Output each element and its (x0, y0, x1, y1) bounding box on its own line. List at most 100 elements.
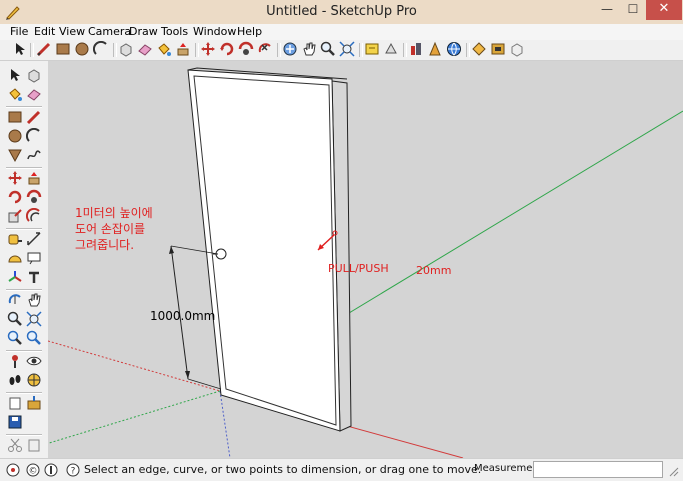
zoom-extents-icon[interactable] (339, 41, 355, 57)
move-icon[interactable] (200, 41, 216, 57)
previous-view-icon[interactable] (26, 330, 42, 346)
polygon-icon[interactable] (7, 147, 23, 163)
tape-measure-icon[interactable] (7, 231, 23, 247)
door-inner-panel[interactable] (193, 75, 337, 426)
line-icon[interactable] (36, 41, 52, 57)
get-models-icon[interactable] (364, 41, 380, 57)
move-icon[interactable] (7, 170, 23, 186)
rectangle-icon[interactable] (7, 109, 23, 125)
toolbar-separator (6, 167, 42, 169)
hand-icon[interactable] (301, 41, 317, 57)
arc-icon[interactable] (93, 41, 109, 57)
make-component-icon[interactable] (118, 41, 134, 57)
thickness-label: 20mm (416, 264, 452, 277)
axes-icon[interactable] (7, 269, 23, 285)
position-camera-icon[interactable] (7, 353, 23, 369)
extension-icon[interactable] (471, 41, 487, 57)
help-icon[interactable]: ? (66, 463, 80, 477)
pan-icon[interactable] (282, 41, 298, 57)
resize-grip-icon[interactable] (667, 465, 679, 477)
orbit-icon[interactable] (7, 292, 23, 308)
3d-text-icon[interactable] (26, 269, 42, 285)
maximize-button[interactable]: ☐ (620, 0, 646, 20)
dimension-extension-bottom (187, 378, 222, 390)
offset-icon[interactable] (26, 208, 42, 224)
toolbar-separator (466, 43, 470, 57)
menu-help[interactable]: Help (237, 25, 262, 38)
scale-icon[interactable] (7, 208, 23, 224)
section-plane-icon[interactable] (26, 372, 42, 388)
status-message: Select an edge, curve, or two points to … (84, 463, 482, 476)
scissors-icon[interactable] (7, 437, 23, 453)
eraser-icon[interactable] (137, 41, 153, 57)
share-model-icon[interactable] (26, 395, 42, 411)
toolbar-separator (359, 43, 363, 57)
get-models-icon[interactable] (7, 395, 23, 411)
orbit-icon[interactable] (257, 41, 273, 57)
paint-bucket-icon[interactable] (7, 86, 23, 102)
menu-file[interactable]: File (10, 25, 28, 38)
pan-icon[interactable] (26, 292, 42, 308)
select-icon[interactable] (7, 67, 23, 83)
component-icon[interactable] (408, 41, 424, 57)
follow-me-icon[interactable] (26, 189, 42, 205)
protractor-icon[interactable] (7, 250, 23, 266)
dimension-icon[interactable] (26, 231, 42, 247)
circle-icon[interactable] (74, 41, 90, 57)
annotation-line-3: 그려줍니다. (75, 238, 135, 252)
menu-window[interactable]: Window (193, 25, 236, 38)
minimize-button[interactable]: — (594, 0, 620, 20)
component-options-icon[interactable] (7, 414, 23, 430)
rectangle-icon[interactable] (55, 41, 71, 57)
follow-me-icon[interactable] (238, 41, 254, 57)
dimension-label[interactable]: 1000.0mm (150, 309, 215, 323)
model-viewport[interactable]: 1미터의 높이에 도어 손잡이를 그려줍니다. PULL/PUSH 20mm 1… (48, 61, 683, 458)
top-toolbar (0, 40, 683, 61)
credits-icon[interactable]: © (26, 463, 40, 477)
window-title: Untitled - SketchUp Pro (266, 4, 417, 19)
share-model-icon[interactable] (383, 41, 399, 57)
line-icon[interactable] (26, 109, 42, 125)
measurements-input[interactable] (533, 461, 663, 478)
zoom-window-icon[interactable] (26, 311, 42, 327)
freehand-icon[interactable] (26, 147, 42, 163)
style-icon[interactable] (509, 41, 525, 57)
text-icon[interactable] (26, 250, 42, 266)
menu-tools[interactable]: Tools (161, 25, 188, 38)
walk-icon[interactable] (7, 372, 23, 388)
make-component-icon[interactable] (26, 67, 42, 83)
menu-camera[interactable]: Camera (88, 25, 131, 38)
circle-icon[interactable] (7, 128, 23, 144)
menu-edit[interactable]: Edit (34, 25, 55, 38)
model-info-icon[interactable] (427, 41, 443, 57)
rotate-icon[interactable] (219, 41, 235, 57)
user-icon[interactable] (44, 463, 58, 477)
toolbar-separator (6, 350, 42, 352)
toolbar-separator (113, 43, 117, 57)
scenes-icon[interactable] (26, 437, 42, 453)
select-icon[interactable] (12, 41, 28, 57)
eraser-icon[interactable] (26, 86, 42, 102)
close-button[interactable]: ✕ (646, 0, 682, 20)
menu-view[interactable]: View (59, 25, 85, 38)
toolbar-separator (403, 43, 407, 57)
paint-bucket-icon[interactable] (156, 41, 172, 57)
toolbar-separator (6, 289, 42, 291)
layout-icon[interactable] (490, 41, 506, 57)
arc-icon[interactable] (26, 128, 42, 144)
look-around-icon[interactable] (26, 353, 42, 369)
red-axis-dashed (48, 340, 221, 392)
menu-draw[interactable]: Draw (129, 25, 158, 38)
geo-location-icon[interactable] (6, 463, 20, 477)
rotate-icon[interactable] (7, 189, 23, 205)
svg-text:©: © (29, 467, 38, 477)
zoom-icon[interactable] (7, 311, 23, 327)
warehouse-icon[interactable] (446, 41, 462, 57)
push-pull-icon[interactable] (26, 170, 42, 186)
push-pull-icon[interactable] (175, 41, 191, 57)
toolbar-separator (6, 392, 42, 394)
dimension-arrow-top (169, 246, 174, 254)
zoom-icon[interactable] (320, 41, 336, 57)
model-scene[interactable] (48, 61, 683, 458)
zoom-extents-icon[interactable] (7, 330, 23, 346)
